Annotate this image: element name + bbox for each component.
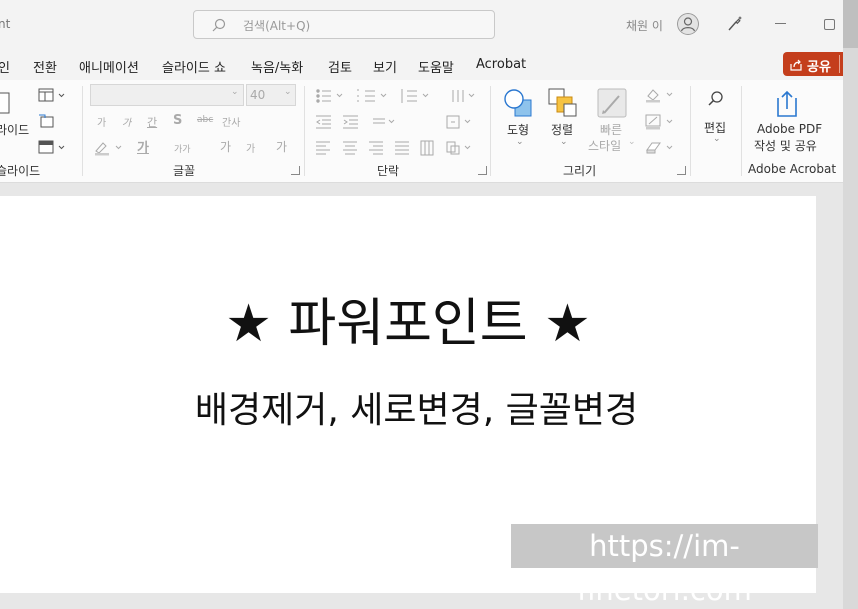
find-icon[interactable] <box>707 90 725 108</box>
watermark-url: https://im-finetori.com <box>511 524 818 607</box>
slides-group-label: 슬라이드 <box>0 164 41 178</box>
search-box[interactable]: 검색(Alt+Q) <box>193 10 495 39</box>
strikethrough-button[interactable]: abc <box>197 115 213 125</box>
share-divider <box>839 55 840 73</box>
shapes-label[interactable]: 도형 <box>507 121 529 138</box>
shape-effects-icon[interactable] <box>645 140 677 156</box>
slide-editor-area: ★ 파워포인트 ★ 배경제거, 세로변경, 글꼴변경 https://im-fi… <box>0 183 843 609</box>
chevron-down-icon[interactable]: ⌄ <box>628 137 636 147</box>
drawing-dialog-launcher-icon[interactable] <box>677 166 686 175</box>
drawing-group-label: 그리기 <box>563 164 597 178</box>
tab-view[interactable]: 보기 <box>373 57 397 76</box>
indent-icons[interactable] <box>315 114 491 130</box>
slide-title[interactable]: ★ 파워포인트 ★ <box>0 281 816 356</box>
paragraph-dialog-launcher-icon[interactable] <box>478 166 487 175</box>
tab-acrobat[interactable]: Acrobat <box>476 57 526 72</box>
group-separator <box>690 86 691 176</box>
italic-button[interactable]: 가 <box>122 114 131 129</box>
create-pdf-label-line2[interactable]: 작성 및 공유 <box>754 137 817 154</box>
background-strip <box>843 0 858 609</box>
adobe-group-label: Adobe Acrobat <box>748 162 837 176</box>
font-group-label: 글꼴 <box>173 164 196 178</box>
ribbon-tabs: 인 전환 애니메이션 슬라이드 쇼 녹음/녹화 검토 보기 도움말 Acroba… <box>0 48 843 80</box>
chevron-down-icon[interactable]: ⌄ <box>516 137 524 147</box>
char-spacing-button[interactable]: 간사 <box>222 114 240 129</box>
search-icon <box>212 17 226 32</box>
shape-fill-icon[interactable] <box>645 87 677 103</box>
text-highlight-button[interactable]: 가 <box>137 137 149 156</box>
font-dialog-launcher-icon[interactable] <box>291 166 300 175</box>
underline-button[interactable]: 간 <box>147 114 157 130</box>
quick-styles-label-line1[interactable]: 빠른 <box>600 121 622 138</box>
alignment-icons[interactable] <box>315 140 491 156</box>
shapes-icon[interactable] <box>503 88 533 118</box>
minimize-icon[interactable] <box>775 23 786 24</box>
avatar-icon[interactable] <box>677 13 699 35</box>
new-slide-label[interactable]: 라이드 <box>0 121 29 138</box>
arrange-label[interactable]: 정렬 <box>551 121 573 138</box>
tab-recording[interactable]: 녹음/녹화 <box>251 57 303 76</box>
designer-icon[interactable] <box>726 14 744 32</box>
create-pdf-label-line1[interactable]: Adobe PDF <box>757 122 822 136</box>
change-case-button[interactable]: 가가 <box>174 142 191 155</box>
paragraph-group-label: 단락 <box>377 164 400 178</box>
tab-animations[interactable]: 애니메이션 <box>79 57 139 76</box>
search-placeholder: 검색(Alt+Q) <box>243 19 311 33</box>
font-size-select[interactable]: 40 ⌄ <box>246 84 296 106</box>
section-icon[interactable] <box>38 140 66 154</box>
group-separator <box>490 86 491 176</box>
new-slide-icon[interactable] <box>0 92 10 114</box>
reset-slide-icon[interactable] <box>38 114 54 128</box>
group-separator <box>741 86 742 176</box>
chevron-down-icon[interactable]: ⌄ <box>560 137 568 147</box>
share-icon <box>789 57 803 71</box>
chevron-down-icon[interactable]: ⌄ <box>713 134 721 144</box>
tab-transitions[interactable]: 전환 <box>33 57 57 76</box>
font-color-icon[interactable] <box>94 140 126 156</box>
tab-help[interactable]: 도움말 <box>418 57 454 76</box>
powerpoint-window: nt 검색(Alt+Q) 채원 이 인 전환 애니메이션 슬라이드 쇼 녹음/녹… <box>0 0 843 609</box>
title-bar: nt 검색(Alt+Q) 채원 이 <box>0 0 843 48</box>
tab-design[interactable]: 인 <box>0 57 10 76</box>
group-separator <box>304 86 305 176</box>
chevron-down-icon: ⌄ <box>284 87 292 97</box>
adobe-pdf-icon[interactable] <box>775 90 799 118</box>
layout-icon[interactable] <box>38 88 66 102</box>
group-separator <box>82 86 83 176</box>
font-size-value: 40 <box>250 88 266 102</box>
tab-slideshow[interactable]: 슬라이드 쇼 <box>162 57 226 76</box>
app-name: nt <box>0 17 11 31</box>
bullets-icon[interactable] <box>315 88 491 104</box>
background-strip-top <box>843 0 858 48</box>
slide-canvas[interactable]: ★ 파워포인트 ★ 배경제거, 세로변경, 글꼴변경 https://im-fi… <box>0 196 818 607</box>
quick-styles-label-line2[interactable]: 스타일 <box>588 137 621 154</box>
increase-font-button[interactable]: 가 <box>220 138 231 155</box>
maximize-icon[interactable] <box>824 19 835 30</box>
quick-styles-icon[interactable] <box>597 88 627 118</box>
chevron-down-icon: ⌄ <box>231 87 239 97</box>
bold-button[interactable]: 가 <box>97 114 106 129</box>
decrease-font-button[interactable]: 가 <box>246 140 255 155</box>
font-name-select[interactable]: ⌄ <box>90 84 244 106</box>
clear-formatting-button[interactable]: 가 <box>276 138 287 155</box>
arrange-icon[interactable] <box>548 88 578 118</box>
share-label: 공유 <box>807 60 831 75</box>
shadow-button[interactable]: S <box>173 113 182 128</box>
tab-review[interactable]: 검토 <box>328 57 352 76</box>
slide-subtitle[interactable]: 배경제거, 세로변경, 글꼴변경 <box>0 381 833 433</box>
user-name[interactable]: 채원 이 <box>626 17 663 34</box>
shape-outline-icon[interactable] <box>645 114 677 130</box>
ribbon: 라이드 슬라이드 ⌄ 40 ⌄ 가 가 간 S abc 간사 가 가가 가 가 <box>0 80 843 183</box>
